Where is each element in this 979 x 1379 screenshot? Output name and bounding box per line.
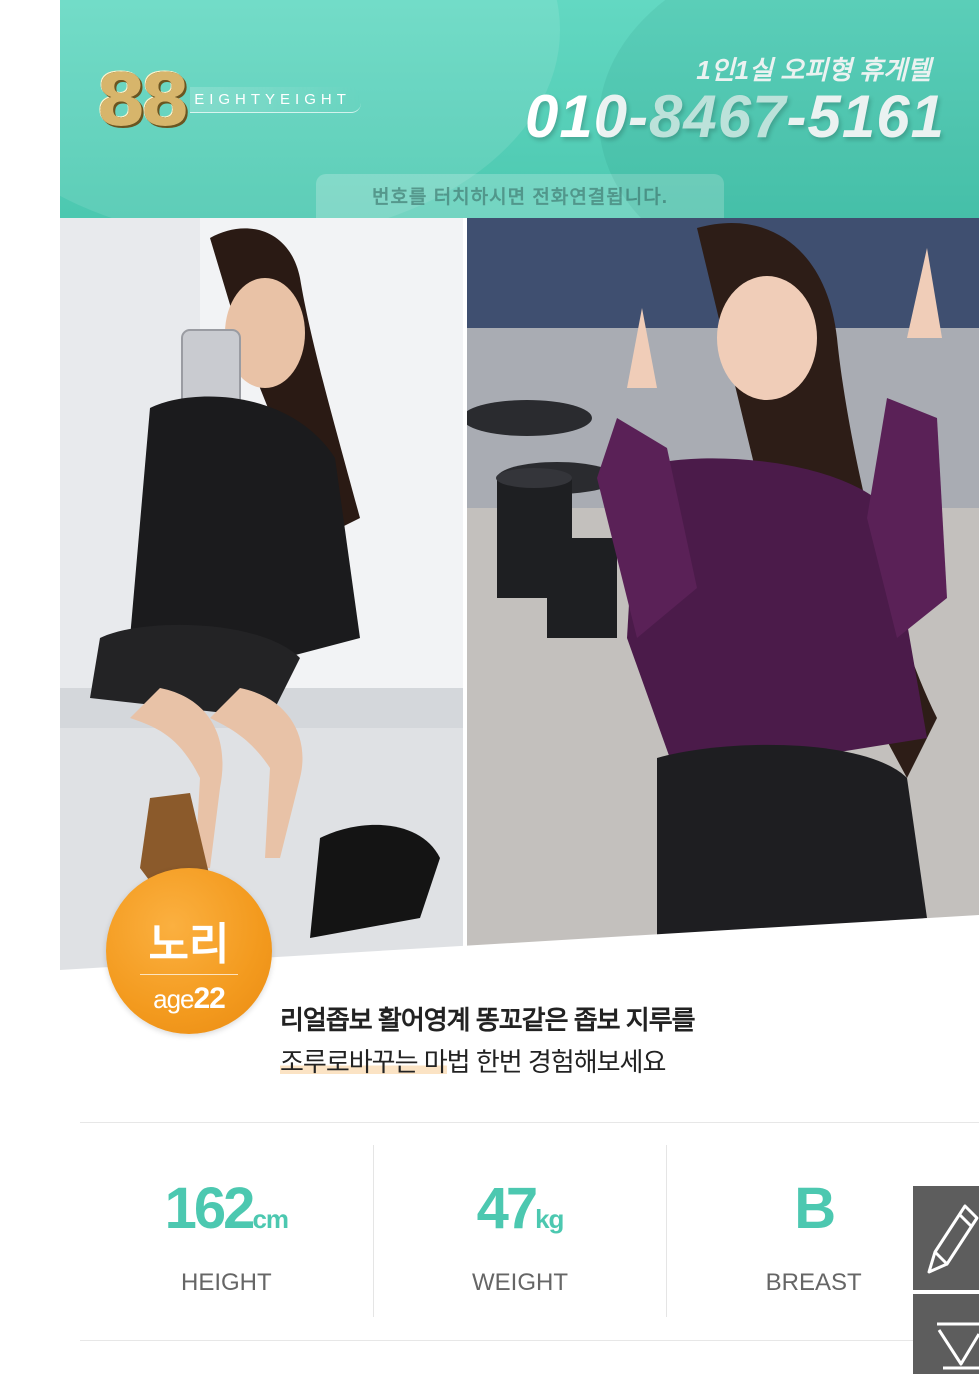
stat-value: 47kg: [374, 1175, 667, 1245]
name-badge: 노리 age22: [106, 868, 272, 1034]
page: 88 EIGHTYEIGHT 1인1실 오피형 휴게텔 010-8467-516…: [60, 0, 979, 1374]
photo-gallery: [60, 218, 979, 970]
stat-value: 162cm: [80, 1175, 373, 1245]
height-label: HEIGHT: [181, 1269, 272, 1296]
stats-panel: 162cm HEIGHT 47kg WEIGHT B BREAST: [80, 1145, 960, 1317]
divider-bottom: [80, 1340, 979, 1341]
age-label: age: [153, 984, 194, 1014]
profile-photo-right[interactable]: [467, 218, 979, 970]
photo-right-illustration: [467, 218, 979, 970]
scroll-down-button[interactable]: [913, 1294, 979, 1374]
photo-left-illustration: [60, 218, 463, 970]
profile-age: age22: [106, 982, 272, 1016]
pencil-icon: [927, 1204, 979, 1274]
weight-label: WEIGHT: [472, 1269, 568, 1296]
header-banner: 88 EIGHTYEIGHT 1인1실 오피형 휴게텔 010-8467-516…: [60, 0, 979, 218]
logo-number: 88: [96, 58, 190, 142]
phone-prefix: 010-: [524, 83, 650, 150]
triangle-down-icon: [937, 1322, 979, 1370]
phone-suffix: -5161: [786, 83, 945, 150]
write-review-button[interactable]: [913, 1186, 979, 1290]
description-rest: 법 한번 경험해보세요: [446, 1047, 667, 1077]
profile-photo-left[interactable]: [60, 218, 463, 970]
badge-divider: [140, 974, 238, 975]
profile-name: 노리: [148, 920, 230, 969]
profile-description-line1: 리얼좁보 활어영계 똥꼬같은 좁보 지루를: [280, 1005, 696, 1035]
weight-unit: kg: [535, 1204, 564, 1234]
tagline: 1인1실 오피형 휴게텔: [696, 55, 931, 85]
stat-height: 162cm HEIGHT: [80, 1145, 373, 1317]
stat-weight: 47kg WEIGHT: [372, 1145, 667, 1317]
height-value: 162: [164, 1176, 256, 1241]
age-value: 22: [193, 982, 226, 1015]
logo-wordmark: EIGHTYEIGHT: [190, 87, 361, 113]
profile-description-line2: 조루로바꾸는 마법 한번 경험해보세요: [280, 1042, 667, 1079]
description-highlight: 조루로바꾸는 마: [280, 1047, 448, 1077]
divider-top: [80, 1122, 979, 1123]
phone-middle: 8467: [649, 83, 787, 150]
phone-number-link[interactable]: 010-8467-5161: [525, 82, 945, 151]
call-hint: 번호를 터치하시면 전화연결됩니다.: [316, 174, 724, 218]
logo[interactable]: 88 EIGHTYEIGHT: [96, 64, 361, 136]
height-unit: cm: [252, 1204, 289, 1234]
breast-value: B: [794, 1176, 836, 1241]
weight-value: 47: [476, 1176, 538, 1241]
